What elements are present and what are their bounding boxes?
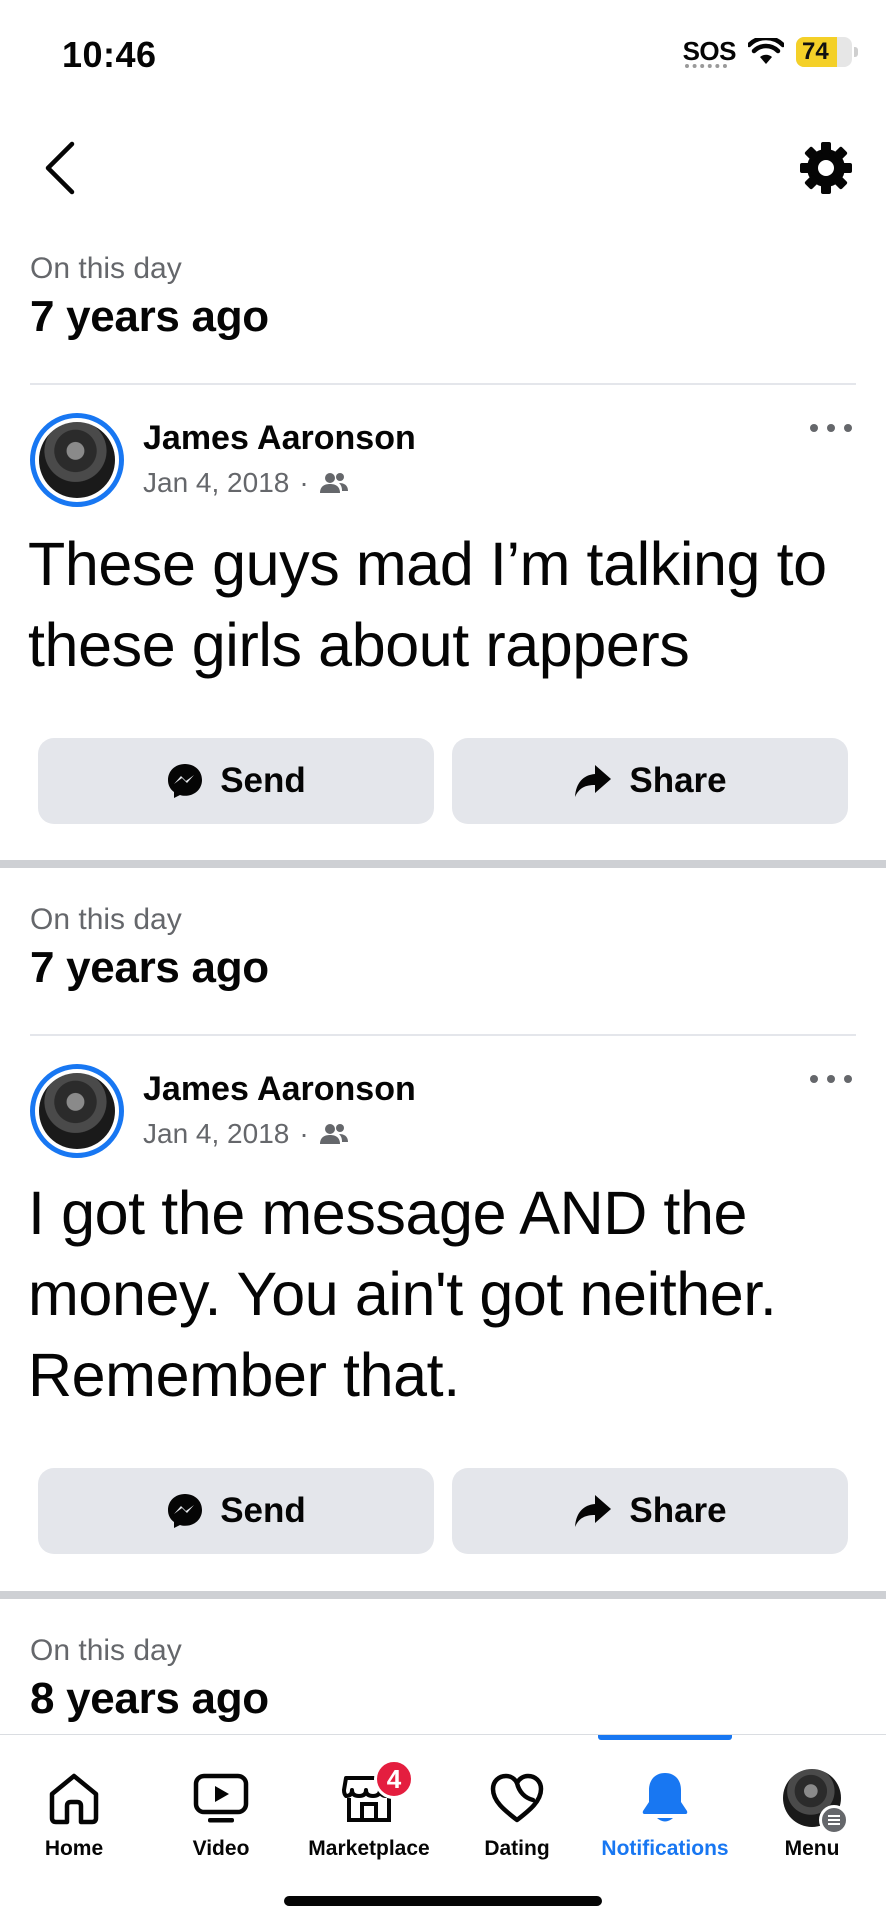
send-button[interactable]: Send bbox=[38, 738, 434, 824]
tab-video[interactable]: Video bbox=[147, 1765, 295, 1875]
tab-label: Home bbox=[44, 1837, 104, 1860]
memory-years: 7 years ago bbox=[30, 943, 269, 992]
status-bar: 10:46 SOS 74 bbox=[0, 0, 886, 110]
hamburger-icon bbox=[819, 1805, 849, 1835]
home-indicator bbox=[284, 1896, 602, 1906]
memory-divider bbox=[30, 383, 856, 385]
memory-card: On this day 7 years ago James Aaronson J… bbox=[0, 903, 886, 1591]
post-text: These guys mad I’m talking to these girl… bbox=[28, 530, 827, 679]
signal-dots-icon bbox=[684, 64, 727, 70]
share-arrow-icon bbox=[575, 1495, 612, 1527]
status-time: 10:46 bbox=[62, 34, 157, 75]
memory-header: On this day 8 years ago bbox=[0, 1634, 886, 1724]
tab-notifications[interactable]: Notifications bbox=[591, 1765, 739, 1875]
tab-dating[interactable]: Dating bbox=[443, 1765, 591, 1875]
avatar-photo bbox=[39, 1073, 115, 1149]
settings-button[interactable] bbox=[794, 136, 858, 200]
post-actions: Send Share bbox=[38, 1468, 848, 1554]
dating-heart-icon bbox=[488, 1765, 546, 1831]
memory-kicker: On this day bbox=[30, 252, 182, 285]
tab-marketplace[interactable]: 4 Marketplace bbox=[295, 1759, 443, 1875]
tab-label: Notifications bbox=[601, 1837, 729, 1860]
sos-indicator: SOS bbox=[682, 36, 737, 70]
chevron-left-icon bbox=[45, 141, 75, 195]
send-label: Send bbox=[220, 1491, 306, 1530]
share-label: Share bbox=[629, 1491, 727, 1530]
send-button[interactable]: Send bbox=[38, 1468, 434, 1554]
memory-kicker: On this day bbox=[30, 1634, 182, 1667]
more-options-button[interactable] bbox=[806, 1064, 856, 1094]
share-arrow-icon bbox=[575, 765, 612, 797]
meta-separator: · bbox=[299, 467, 309, 498]
avatar[interactable] bbox=[30, 413, 124, 507]
share-label: Share bbox=[629, 761, 727, 800]
post-author[interactable]: James Aaronson bbox=[143, 1070, 416, 1109]
post-date[interactable]: Jan 4, 2018 bbox=[143, 1118, 289, 1150]
section-separator bbox=[0, 1591, 886, 1599]
bottom-tab-bar: Home Video 4 Marketplace Dating Notifica… bbox=[0, 1734, 886, 1920]
avatar-photo bbox=[39, 422, 115, 498]
post-meta: Jan 4, 2018 · bbox=[143, 467, 349, 499]
status-indicators: SOS 74 bbox=[682, 36, 858, 70]
battery-tip bbox=[854, 46, 858, 57]
section-separator bbox=[0, 860, 886, 868]
battery-level: 74 bbox=[802, 37, 829, 65]
tab-menu[interactable]: Menu bbox=[738, 1765, 886, 1875]
post-date[interactable]: Jan 4, 2018 bbox=[143, 467, 289, 499]
memory-years: 7 years ago bbox=[30, 292, 269, 341]
bell-icon bbox=[637, 1765, 693, 1831]
profile-avatar bbox=[783, 1765, 849, 1835]
post-text: I got the message AND the money. You ain… bbox=[28, 1179, 777, 1409]
tab-label: Menu bbox=[784, 1837, 840, 1860]
post-actions: Send Share bbox=[38, 738, 848, 824]
video-icon bbox=[192, 1765, 250, 1831]
active-tab-indicator bbox=[598, 1735, 732, 1740]
share-button[interactable]: Share bbox=[452, 738, 848, 824]
post-header: James Aaronson Jan 4, 2018 · bbox=[30, 1064, 856, 1164]
messenger-icon bbox=[168, 1494, 203, 1528]
more-options-button[interactable] bbox=[806, 413, 856, 443]
friends-icon bbox=[319, 1124, 348, 1144]
memory-kicker: On this day bbox=[30, 903, 182, 936]
wifi-icon bbox=[748, 37, 784, 64]
tab-label: Marketplace bbox=[308, 1837, 430, 1860]
gear-icon bbox=[800, 142, 852, 194]
notification-badge: 4 bbox=[374, 1759, 414, 1799]
memory-header: On this day 7 years ago bbox=[0, 252, 886, 342]
home-icon bbox=[46, 1765, 102, 1831]
battery-icon: 74 bbox=[796, 36, 858, 67]
memory-card: On this day 7 years ago James Aaronson J… bbox=[0, 252, 886, 860]
post-header: James Aaronson Jan 4, 2018 · bbox=[30, 413, 856, 513]
messenger-icon bbox=[168, 764, 203, 798]
post-meta: Jan 4, 2018 · bbox=[143, 1118, 349, 1150]
tab-label: Video bbox=[192, 1837, 250, 1860]
post-author[interactable]: James Aaronson bbox=[143, 419, 416, 458]
tab-label: Dating bbox=[484, 1837, 550, 1860]
tab-home[interactable]: Home bbox=[0, 1765, 148, 1875]
share-button[interactable]: Share bbox=[452, 1468, 848, 1554]
top-nav-bar bbox=[0, 120, 886, 220]
memory-years: 8 years ago bbox=[30, 1674, 269, 1723]
memory-header: On this day 7 years ago bbox=[0, 903, 886, 993]
back-button[interactable] bbox=[30, 136, 90, 200]
send-label: Send bbox=[220, 761, 306, 800]
memory-divider bbox=[30, 1034, 856, 1036]
avatar[interactable] bbox=[30, 1064, 124, 1158]
memory-card: On this day 8 years ago bbox=[0, 1634, 886, 1734]
marketplace-icon: 4 bbox=[340, 1759, 414, 1831]
sos-label: SOS bbox=[682, 36, 737, 66]
menu-avatar-photo bbox=[783, 1769, 849, 1835]
meta-separator: · bbox=[299, 1118, 309, 1149]
friends-icon bbox=[319, 473, 348, 493]
